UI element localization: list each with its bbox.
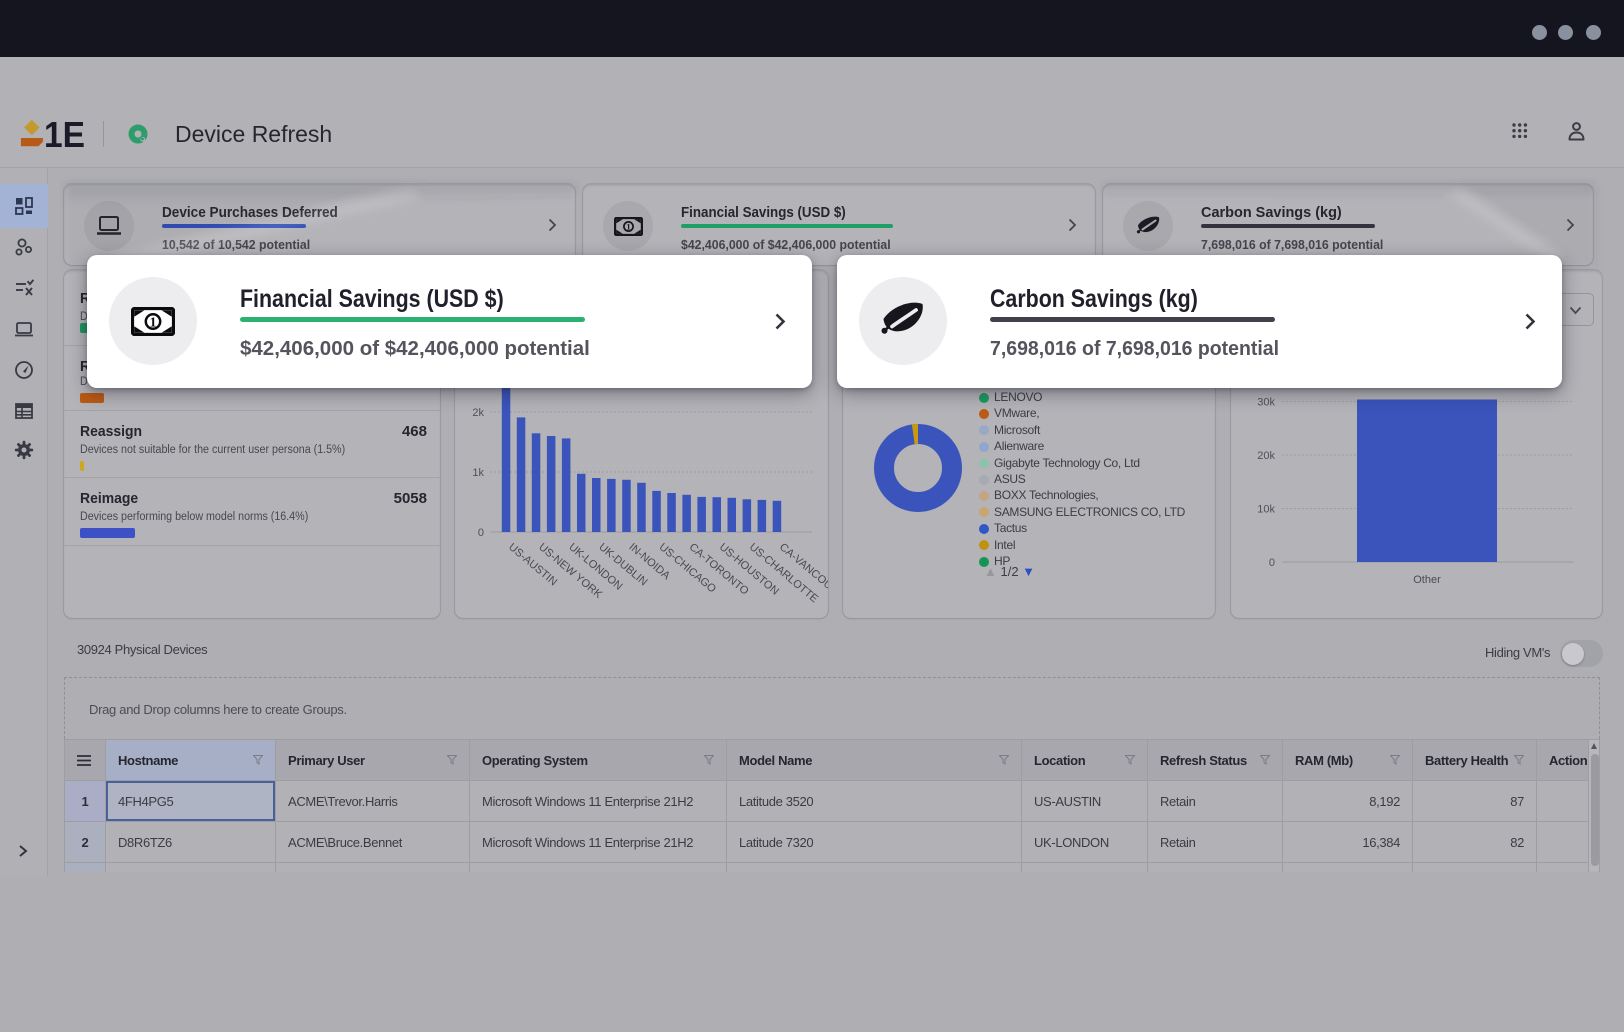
- svg-text:1E: 1E: [44, 115, 85, 155]
- svg-text:10k: 10k: [1257, 504, 1275, 516]
- svg-text:Other: Other: [1413, 574, 1441, 586]
- svg-text:0: 0: [478, 527, 484, 539]
- svg-text:30k: 30k: [1257, 397, 1275, 409]
- svg-text:1: 1: [626, 221, 630, 231]
- svg-text:0: 0: [1269, 557, 1275, 569]
- svg-text:1: 1: [150, 314, 157, 329]
- svg-text:2k: 2k: [472, 407, 484, 419]
- svg-text:20k: 20k: [1257, 450, 1275, 462]
- svg-text:1k: 1k: [472, 467, 484, 479]
